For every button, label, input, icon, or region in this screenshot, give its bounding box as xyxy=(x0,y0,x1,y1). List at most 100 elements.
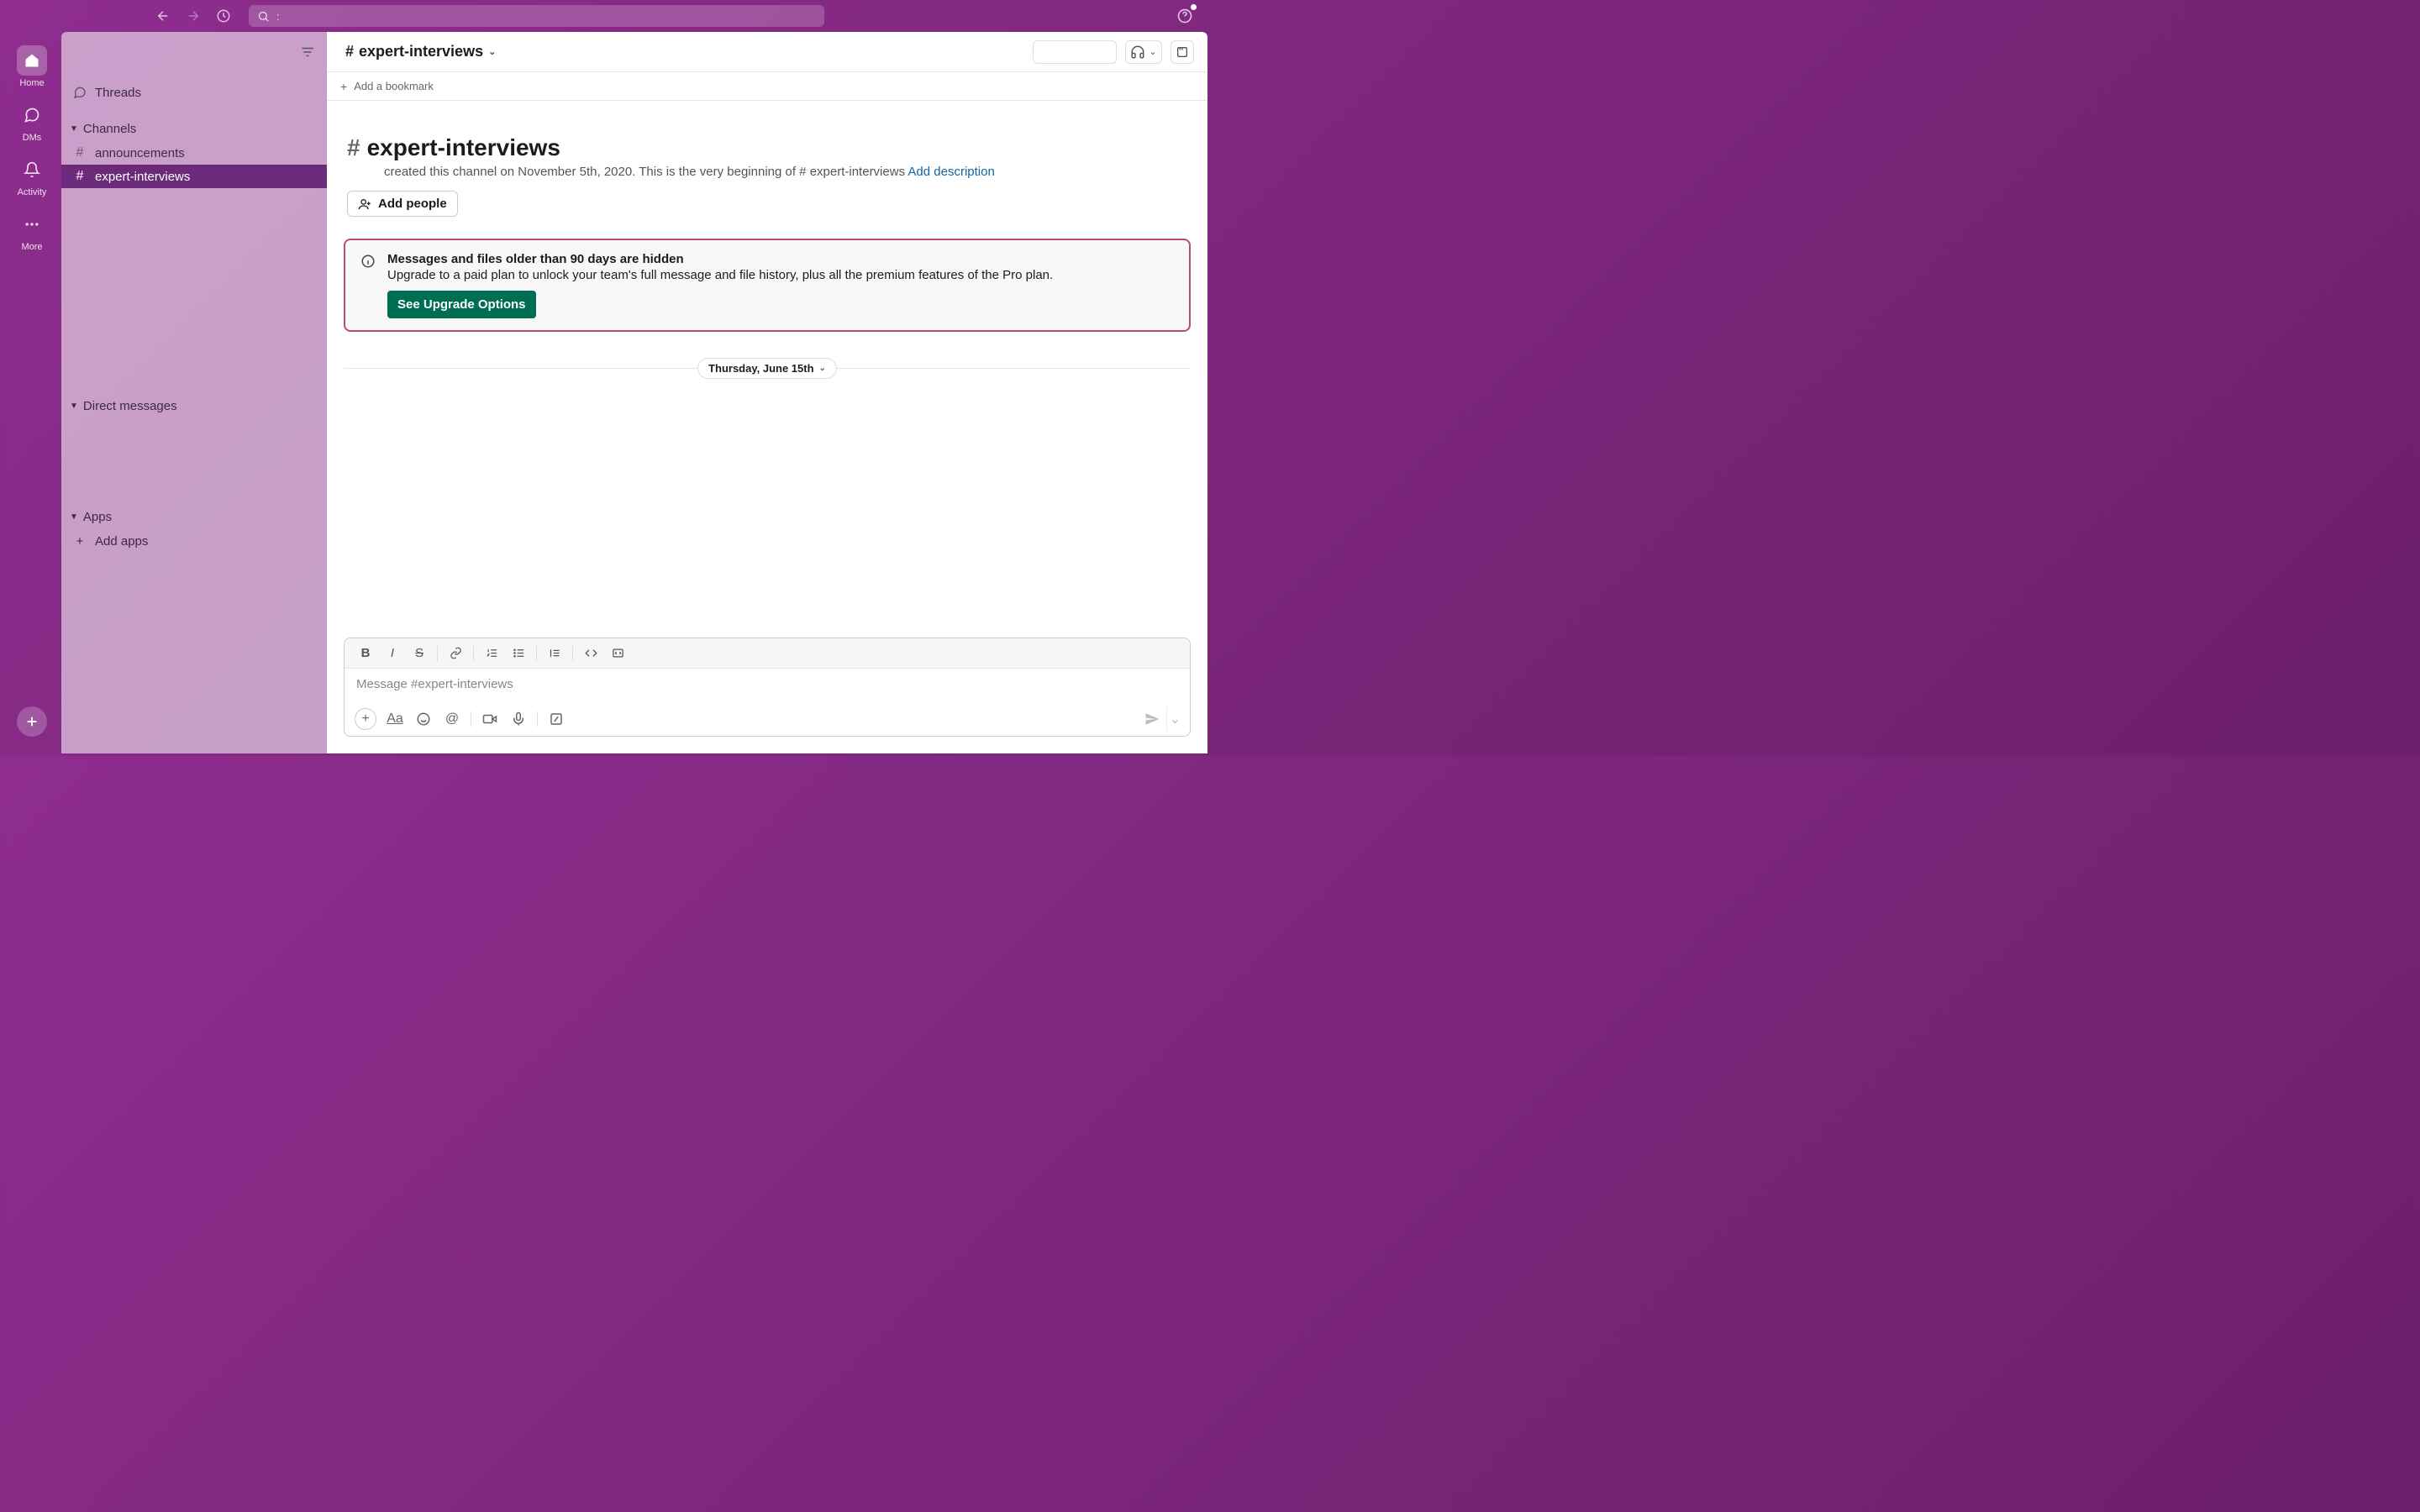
banner-title: Messages and files older than 90 days ar… xyxy=(387,252,1053,266)
topbar: : xyxy=(0,0,1210,32)
caret-down-icon: ▼ xyxy=(70,512,78,522)
compose-button[interactable] xyxy=(17,706,47,737)
filter-button[interactable] xyxy=(300,45,315,60)
huddle-button[interactable]: ⌄ xyxy=(1125,40,1162,64)
slash-icon xyxy=(549,711,564,727)
dms-icon xyxy=(24,107,40,123)
members-button[interactable] xyxy=(1033,40,1117,64)
notification-dot-icon xyxy=(1191,4,1197,10)
composer-area: B I S Message #expert-int xyxy=(327,638,1207,753)
plus-icon: + xyxy=(340,80,347,93)
codeblock-button[interactable] xyxy=(605,642,630,665)
banner-body: Upgrade to a paid plan to unlock your te… xyxy=(387,268,1053,282)
caret-down-icon: ▼ xyxy=(70,124,78,134)
attach-button[interactable]: + xyxy=(355,708,376,730)
mention-button[interactable]: @ xyxy=(439,706,466,732)
ordered-list-button[interactable] xyxy=(479,642,504,665)
chevron-down-icon: ⌄ xyxy=(488,46,496,57)
date-pill-button[interactable]: Thursday, June 15th ⌄ xyxy=(697,358,837,379)
blockquote-button[interactable] xyxy=(542,642,567,665)
dms-header-label: Direct messages xyxy=(83,399,177,413)
link-icon xyxy=(450,647,462,659)
search-input[interactable]: : xyxy=(249,5,824,27)
help-icon xyxy=(1176,8,1193,24)
bullet-list-icon xyxy=(513,647,525,659)
add-description-link[interactable]: Add description xyxy=(908,165,994,179)
channel-expert-interviews[interactable]: # expert-interviews xyxy=(61,165,327,188)
rail-home[interactable]: Home xyxy=(10,40,54,93)
canvas-button[interactable] xyxy=(1171,40,1194,64)
composer-toolbar: + Aa @ ⌄ xyxy=(345,702,1190,736)
nav-back-button[interactable] xyxy=(153,6,173,26)
code-button[interactable] xyxy=(578,642,603,665)
more-icon xyxy=(24,216,40,233)
clock-icon xyxy=(216,8,231,24)
channels-header-label: Channels xyxy=(83,122,136,136)
threads-icon xyxy=(73,86,87,99)
rail-label: More xyxy=(21,242,42,252)
formatting-toggle-button[interactable]: Aa xyxy=(381,706,408,732)
add-bookmark-button[interactable]: Add a bookmark xyxy=(354,80,434,92)
threads-row[interactable]: Threads xyxy=(61,81,327,104)
send-options-button[interactable]: ⌄ xyxy=(1166,706,1183,732)
add-apps-label: Add apps xyxy=(95,534,148,549)
hash-icon: # xyxy=(73,169,87,184)
add-people-button[interactable]: Add people xyxy=(347,191,458,217)
hero-created-text: created this channel on November 5th, 20… xyxy=(384,165,908,179)
codeblock-icon xyxy=(612,647,624,659)
sidebar: Threads ▼ Channels # announcements # exp… xyxy=(61,32,327,753)
date-label: Thursday, June 15th xyxy=(708,362,813,375)
shortcuts-button[interactable] xyxy=(543,706,570,732)
ordered-list-icon xyxy=(486,647,498,659)
workspace-header[interactable] xyxy=(61,32,327,72)
hash-icon: # xyxy=(73,145,87,160)
rail-label: DMs xyxy=(23,133,42,143)
strikethrough-button[interactable]: S xyxy=(407,642,432,665)
emoji-button[interactable] xyxy=(410,706,437,732)
link-button[interactable] xyxy=(443,642,468,665)
channels-section-header[interactable]: ▼ Channels xyxy=(61,116,327,141)
video-icon xyxy=(482,711,497,727)
upgrade-banner: Messages and files older than 90 days ar… xyxy=(344,239,1191,332)
message-list: # expert-interviews created this channel… xyxy=(327,101,1207,638)
plus-icon: + xyxy=(73,534,87,549)
hero-channel-name: expert-interviews xyxy=(367,134,560,161)
topbar-nav xyxy=(7,6,242,26)
chevron-down-icon: ⌄ xyxy=(1149,46,1156,57)
channel-header: # expert-interviews ⌄ ⌄ xyxy=(327,32,1207,72)
headphones-icon xyxy=(1130,45,1145,60)
message-input[interactable]: Message #expert-interviews xyxy=(345,669,1190,702)
plus-icon xyxy=(24,714,39,729)
bell-icon xyxy=(24,161,40,178)
video-button[interactable] xyxy=(476,706,503,732)
topbar-right xyxy=(1175,6,1203,26)
send-button[interactable] xyxy=(1138,706,1166,732)
date-divider: Thursday, June 15th ⌄ xyxy=(344,355,1191,381)
see-upgrade-options-button[interactable]: See Upgrade Options xyxy=(387,291,536,318)
rail-dms[interactable]: DMs xyxy=(10,95,54,148)
bold-button[interactable]: B xyxy=(353,642,378,665)
search-placeholder: : xyxy=(276,10,280,23)
home-icon xyxy=(24,52,40,69)
format-toolbar: B I S xyxy=(345,638,1190,669)
rail-label: Activity xyxy=(18,187,47,197)
audio-button[interactable] xyxy=(505,706,532,732)
channel-title-button[interactable]: # expert-interviews ⌄ xyxy=(340,40,501,63)
italic-button[interactable]: I xyxy=(380,642,405,665)
rail-more[interactable]: More xyxy=(10,204,54,257)
add-apps-row[interactable]: + Add apps xyxy=(61,529,327,553)
help-button[interactable] xyxy=(1175,6,1195,26)
app-rail: Home DMs Activity More xyxy=(3,32,61,753)
dms-section-header[interactable]: ▼ Direct messages xyxy=(61,393,327,418)
channel-announcements[interactable]: # announcements xyxy=(61,141,327,165)
hash-icon: # xyxy=(345,43,354,60)
history-button[interactable] xyxy=(213,6,234,26)
mic-icon xyxy=(511,711,526,727)
note-icon xyxy=(1176,45,1189,59)
rail-activity[interactable]: Activity xyxy=(10,150,54,202)
apps-section-header[interactable]: ▼ Apps xyxy=(61,504,327,529)
emoji-icon xyxy=(416,711,431,727)
nav-forward-button[interactable] xyxy=(183,6,203,26)
bullet-list-button[interactable] xyxy=(506,642,531,665)
arrow-right-icon xyxy=(186,8,201,24)
